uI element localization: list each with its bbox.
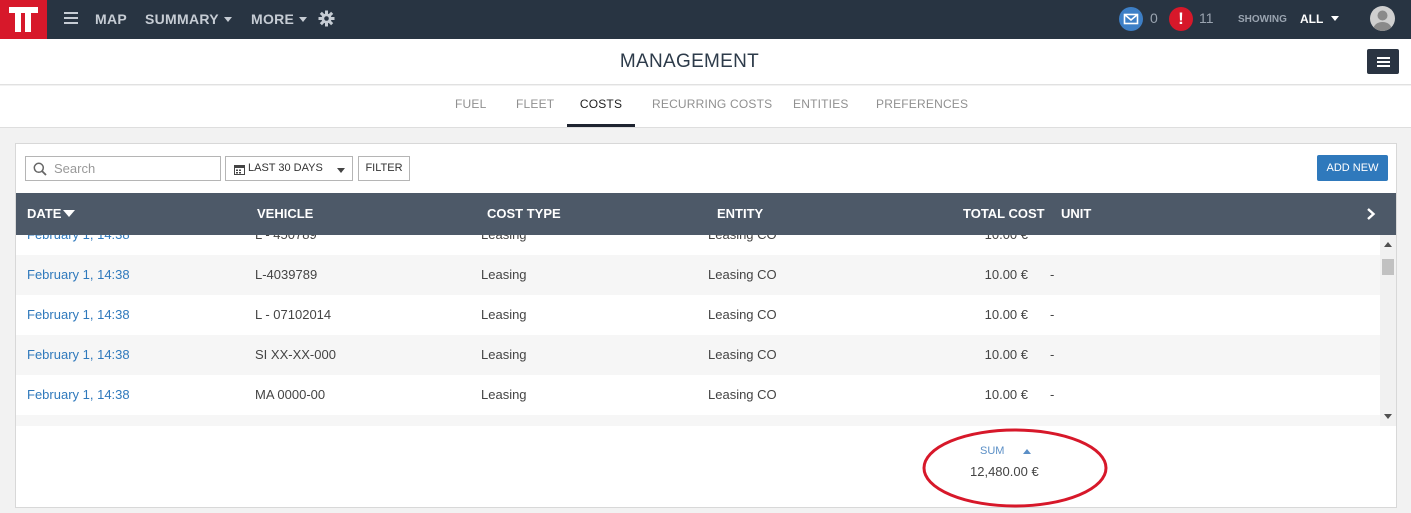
cell-date[interactable]: February 1, 14:38: [27, 255, 130, 295]
cell-cost-type: Leasing: [481, 307, 527, 322]
cell-entity: Leasing CO: [708, 387, 777, 402]
tab-recurring-costs[interactable]: RECURRING COSTS: [652, 86, 772, 127]
search-icon: [33, 162, 47, 176]
messages-count: 0: [1150, 10, 1158, 26]
nav-summary[interactable]: SUMMARY: [145, 0, 232, 39]
nav-map[interactable]: MAP: [95, 0, 127, 39]
chevron-right-icon[interactable]: [1366, 208, 1376, 220]
calendar-icon: [234, 165, 245, 175]
tab-preferences[interactable]: PREFERENCES: [876, 86, 968, 127]
column-header-date[interactable]: DATE: [27, 193, 76, 235]
cell-vehicle: SI XX-XX-000: [255, 347, 336, 362]
sort-desc-icon: [63, 209, 76, 217]
showing-label: SHOWING: [1238, 14, 1287, 25]
column-header-entity[interactable]: ENTITY: [717, 193, 763, 235]
hamburger-icon[interactable]: [1367, 49, 1399, 74]
cell-cost-type: Leasing: [481, 267, 527, 282]
chevron-down-icon: [299, 16, 308, 22]
table-row[interactable]: February 1, 14:38 SI XX-XX-000 Leasing L…: [16, 335, 1380, 375]
cell-vehicle: MA 0000-00: [255, 387, 326, 402]
cell-total-cost: 10.00 €: [916, 235, 1028, 255]
nav-summary-label: SUMMARY: [145, 11, 219, 27]
cell-unit: -: [1050, 347, 1055, 362]
table-row[interactable]: February 1, 14:38 MA 0000-00 Leasing Lea…: [16, 375, 1380, 415]
costs-panel: LAST 30 DAYS FILTER ADD NEW DATE VEHICLE…: [15, 143, 1397, 508]
column-header-total-cost[interactable]: TOTAL COST: [963, 193, 1045, 235]
table-row[interactable]: [16, 415, 1380, 426]
cell-total-cost: 10.00 €: [984, 347, 1028, 362]
column-header-vehicle[interactable]: VEHICLE: [257, 193, 313, 235]
date-range-dropdown[interactable]: LAST 30 DAYS: [225, 156, 353, 181]
tab-fleet[interactable]: FLEET: [516, 86, 554, 127]
cell-entity: Leasing CO: [708, 235, 777, 255]
column-header-cost-type[interactable]: COST TYPE: [487, 193, 561, 235]
cell-date[interactable]: February 1, 14:38: [27, 375, 130, 415]
annotation-ellipse: [922, 428, 1108, 508]
cell-cost-type: Leasing: [481, 347, 527, 362]
cell-vehicle: L - 450789: [255, 235, 317, 255]
filter-button[interactable]: FILTER: [358, 156, 410, 181]
cell-entity: Leasing CO: [708, 347, 777, 362]
logo-icon[interactable]: [0, 0, 47, 39]
cell-vehicle: L - 07102014: [255, 307, 332, 322]
cell-entity: Leasing CO: [708, 267, 777, 282]
cell-date[interactable]: February 1, 14:38: [27, 295, 130, 335]
search-box[interactable]: [25, 156, 221, 181]
tab-bar: FUEL FLEET COSTS RECURRING COSTS ENTITIE…: [0, 86, 1411, 128]
column-header-date-label: DATE: [27, 206, 62, 221]
envelope-icon[interactable]: [1119, 7, 1143, 31]
alert-icon[interactable]: !: [1169, 7, 1193, 31]
table-scrollbar[interactable]: [1380, 235, 1396, 426]
cell-unit: -: [1050, 267, 1055, 282]
cell-total-cost: 10.00 €: [984, 387, 1028, 402]
cell-date[interactable]: February 1, 14:38: [27, 335, 130, 375]
cell-unit: -: [1050, 387, 1055, 402]
chevron-down-icon: [1331, 16, 1340, 22]
showing-value: ALL: [1300, 12, 1324, 26]
tab-costs[interactable]: COSTS: [567, 86, 635, 127]
add-new-button[interactable]: ADD NEW: [1317, 155, 1388, 181]
gear-icon[interactable]: [318, 10, 335, 27]
nav-more-label: MORE: [251, 11, 295, 27]
table-row[interactable]: February 1, 14:38 L-4039789 Leasing Leas…: [16, 255, 1380, 295]
table-header: DATE VEHICLE COST TYPE ENTITY TOTAL COST…: [16, 193, 1396, 235]
scroll-up-icon[interactable]: [1384, 242, 1392, 247]
scroll-thumb[interactable]: [1382, 259, 1394, 275]
alerts-count: 11: [1199, 10, 1214, 26]
hamburger-icon[interactable]: [64, 12, 78, 26]
nav-more[interactable]: MORE: [251, 0, 308, 39]
cell-entity: Leasing CO: [708, 307, 777, 322]
showing-dropdown[interactable]: ALL: [1300, 0, 1340, 38]
date-range-value: LAST 30 DAYS: [248, 162, 323, 174]
cell-unit: -: [1050, 307, 1055, 322]
cell-vehicle: L-4039789: [255, 267, 318, 282]
cell-total-cost: 10.00 €: [984, 267, 1028, 282]
tab-entities[interactable]: ENTITIES: [793, 86, 849, 127]
table-row[interactable]: February 1, 14:38 L - 450789 Leasing Lea…: [16, 235, 1380, 255]
table-row[interactable]: February 1, 14:38 L - 07102014 Leasing L…: [16, 295, 1380, 335]
page-title: MANAGEMENT: [619, 51, 760, 72]
page-header: MANAGEMENT: [0, 39, 1411, 85]
cell-date[interactable]: February 1, 14:38: [27, 235, 130, 255]
avatar-icon[interactable]: [1370, 6, 1395, 31]
cell-cost-type: Leasing: [481, 387, 527, 402]
cell-cost-type: Leasing: [481, 235, 527, 255]
cell-total-cost: 10.00 €: [984, 307, 1028, 322]
scroll-down-icon[interactable]: [1384, 414, 1392, 419]
top-navbar: MAP SUMMARY MORE 0 ! 11 SHOWING ALL: [0, 0, 1411, 39]
chevron-down-icon: [223, 16, 232, 22]
search-input[interactable]: [54, 159, 214, 178]
column-header-unit[interactable]: UNIT: [1061, 193, 1091, 235]
tab-fuel[interactable]: FUEL: [455, 86, 486, 127]
table-body: February 1, 14:38 L - 450789 Leasing Lea…: [16, 235, 1380, 426]
chevron-down-icon: [337, 168, 345, 173]
